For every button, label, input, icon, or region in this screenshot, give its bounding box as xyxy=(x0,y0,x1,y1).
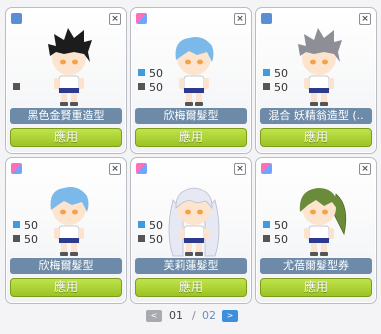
avatar xyxy=(168,187,220,257)
avatar xyxy=(298,28,342,106)
style-name: 芙莉蓮髮型 xyxy=(135,258,247,274)
style-card: × 50 50 欣梅爾髮型 應用 xyxy=(130,7,252,154)
stat-gray xyxy=(13,82,24,94)
apply-button[interactable]: 應用 xyxy=(135,128,247,147)
stat-blue: 50 xyxy=(138,220,163,232)
total-pages: 02 xyxy=(202,309,216,322)
style-card: × 50 50 欣梅爾髮型 應用 xyxy=(5,157,127,304)
close-icon[interactable]: × xyxy=(359,163,371,175)
unisex-gender-icon xyxy=(136,13,147,24)
avatar xyxy=(50,187,89,256)
style-name: 尤蓓爾髮型券 xyxy=(260,258,372,274)
style-name: 欣梅爾髮型 xyxy=(135,108,247,124)
apply-button[interactable]: 應用 xyxy=(10,128,122,147)
style-name: 黑色金賢重造型 xyxy=(10,108,122,124)
stat-blue: 50 xyxy=(13,220,38,232)
stat-gray: 50 xyxy=(263,234,288,246)
avatar xyxy=(48,28,92,106)
stat-blue: 50 xyxy=(138,68,163,80)
style-card: × 50 50 混合 妖精翁造型 (.. 應用 xyxy=(255,7,377,154)
hair-style-gallery: × 黑色金賢重造型 應用 × 50 50 欣梅爾髮型 應用 × 50 50 混合… xyxy=(0,0,381,334)
male-gender-icon xyxy=(11,13,22,24)
male-gender-icon xyxy=(261,13,272,24)
stat-gray: 50 xyxy=(263,82,288,94)
apply-button[interactable]: 應用 xyxy=(260,278,372,297)
style-card: × 50 50 尤蓓爾髮型券 應用 xyxy=(255,157,377,304)
stat-blue: 50 xyxy=(263,220,288,232)
close-icon[interactable]: × xyxy=(234,163,246,175)
style-card: × 黑色金賢重造型 應用 xyxy=(5,7,127,154)
apply-button[interactable]: 應用 xyxy=(260,128,372,147)
close-icon[interactable]: × xyxy=(109,163,121,175)
close-icon[interactable]: × xyxy=(109,13,121,25)
unisex-gender-icon xyxy=(11,163,22,174)
page-separator: / xyxy=(192,309,196,322)
stat-blue: 50 xyxy=(263,68,288,80)
avatar xyxy=(175,37,214,106)
style-name: 欣梅爾髮型 xyxy=(10,258,122,274)
style-name: 混合 妖精翁造型 (.. xyxy=(260,108,372,124)
apply-button[interactable]: 應用 xyxy=(10,278,122,297)
unisex-gender-icon xyxy=(261,163,272,174)
avatar xyxy=(299,188,347,256)
close-icon[interactable]: × xyxy=(359,13,371,25)
stat-gray: 50 xyxy=(138,82,163,94)
style-card: × 50 50 芙莉蓮髮型 應用 xyxy=(130,157,252,304)
prev-page-button[interactable]: < xyxy=(146,310,162,322)
next-page-button[interactable]: > xyxy=(222,310,238,322)
apply-button[interactable]: 應用 xyxy=(135,278,247,297)
stat-gray: 50 xyxy=(138,234,163,246)
stat-gray: 50 xyxy=(13,234,38,246)
unisex-gender-icon xyxy=(136,163,147,174)
close-icon[interactable]: × xyxy=(234,13,246,25)
pagination: < 01 / 02 > xyxy=(146,309,238,324)
current-page: 01 xyxy=(169,309,183,322)
